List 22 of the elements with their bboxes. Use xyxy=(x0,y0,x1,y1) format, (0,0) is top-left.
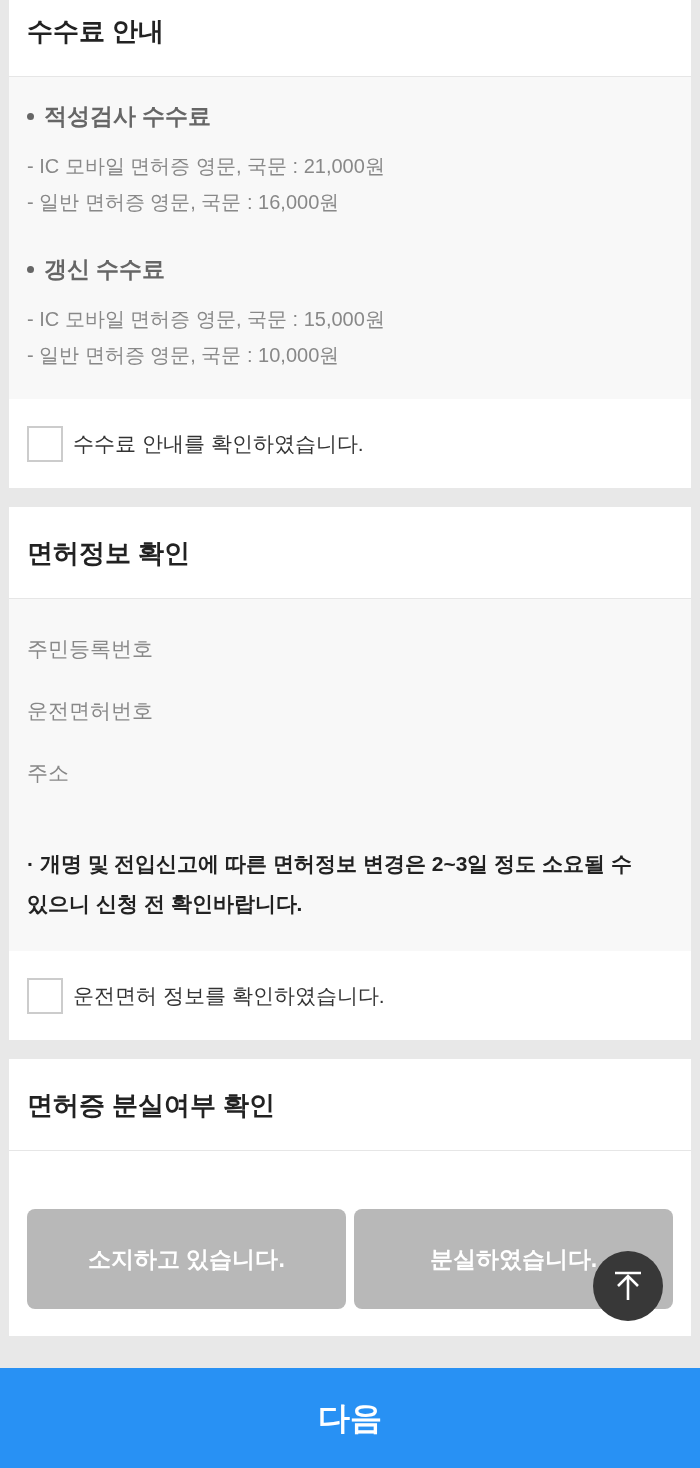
fee-heading: 갱신 수수료 xyxy=(44,255,166,284)
field-label: 주민등록번호 xyxy=(27,636,154,662)
bullet-icon xyxy=(27,265,34,273)
bullet-icon xyxy=(27,112,34,120)
next-button[interactable]: 다음 xyxy=(0,1368,700,1468)
checkbox-label: 운전면허 정보를 확인하였습니다. xyxy=(73,982,385,1009)
checkbox[interactable] xyxy=(27,425,63,462)
fee-line: - 일반 면허증 영문, 국문 : 16,000원 xyxy=(27,190,341,215)
section-title: 면허정보 확인 xyxy=(27,536,191,570)
fee-line: - 일반 면허증 영문, 국문 : 10,000원 xyxy=(27,343,341,368)
field-label: 운전면허번호 xyxy=(27,698,154,724)
fee-line: - IC 모바일 면허증 영문, 국문 : 15,000원 xyxy=(27,307,386,332)
checkbox-label: 수수료 안내를 확인하였습니다. xyxy=(73,430,364,457)
section-title: 면허증 분실여부 확인 xyxy=(27,1088,276,1122)
field-label: 주소 xyxy=(27,760,70,786)
notice-text: · 개명 및 전입신고에 따른 면허정보 변경은 2~3일 정도 소요될 수 있으니 신청 전 확인바랍니다. xyxy=(27,851,633,917)
arrow-up-to-line-icon xyxy=(612,1270,644,1302)
choice-button[interactable]: 소지하고 있습니다. xyxy=(27,1209,346,1309)
checkbox[interactable] xyxy=(27,977,63,1014)
section-title: 수수료 안내 xyxy=(27,14,165,48)
fee-heading: 적성검사 수수료 xyxy=(44,102,212,131)
fee-line: - IC 모바일 면허증 영문, 국문 : 21,000원 xyxy=(27,154,386,179)
